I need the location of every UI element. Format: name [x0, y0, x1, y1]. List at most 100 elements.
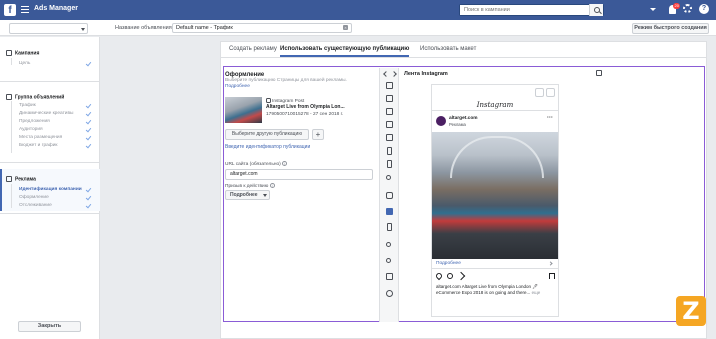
instagram-icon — [266, 98, 271, 103]
clear-icon[interactable]: × — [343, 25, 348, 30]
learn-more-link[interactable]: Подробнее — [225, 84, 250, 89]
placement-phone-icon[interactable] — [387, 147, 392, 155]
placement-feed-icon[interactable] — [386, 121, 393, 128]
chevron-down-icon — [81, 28, 85, 31]
sidebar-active-indicator — [0, 169, 2, 211]
placement-messenger-icon[interactable] — [386, 290, 393, 297]
post-title: Altarget Live from Olympia Lon... — [266, 104, 345, 110]
caption-more-link[interactable]: еще — [532, 290, 541, 295]
add-post-button[interactable]: + — [312, 129, 324, 140]
account-name: altarget.com — [449, 116, 478, 121]
facebook-logo-icon[interactable]: f — [4, 4, 16, 16]
choose-other-post-button[interactable]: Выберите другую публикацию — [225, 129, 309, 140]
ad-icon — [6, 176, 12, 182]
placement-instagram-feed-icon[interactable] — [386, 208, 393, 215]
open-external-icon[interactable] — [596, 70, 602, 76]
help-icon[interactable]: ? — [699, 4, 709, 14]
post-meta: 1790500710015278 - 27 сен 2018 г. — [266, 112, 344, 117]
ad-name-input[interactable]: Default name - Трафик × — [172, 23, 352, 33]
instagram-logo: Instagram — [476, 101, 514, 109]
tab-use-existing-post[interactable]: Использовать существующую публикацию — [280, 42, 410, 57]
sidebar-campaign-header[interactable]: Кампания — [6, 50, 39, 56]
ad-name-value: Default name - Трафик — [176, 25, 233, 31]
account-dropdown-icon[interactable] — [650, 8, 656, 11]
check-icon — [85, 134, 92, 141]
sponsored-label: Реклама — [449, 122, 466, 127]
info-icon[interactable]: i — [269, 183, 275, 188]
sidebar: Кампания Цель Группа объявлений Трафик Д… — [0, 37, 100, 339]
sidebar-divider — [0, 213, 100, 214]
quick-create-button[interactable]: Режим быстрого создания — [632, 23, 709, 34]
placement-phone-icon[interactable] — [387, 160, 392, 168]
adset-icon — [6, 94, 12, 100]
placement-feed-icon[interactable] — [386, 95, 393, 102]
sidebar-ad-title: Реклама — [15, 176, 36, 183]
website-url-input[interactable]: altarget.com — [225, 169, 373, 180]
sidebar-divider — [0, 81, 100, 82]
placement-phone-icon[interactable] — [387, 223, 392, 231]
learn-more-bar[interactable]: Подробнее — [432, 259, 558, 269]
comment-icon[interactable] — [447, 273, 453, 279]
more-options-icon[interactable]: ··· — [547, 115, 553, 121]
settings-gear-icon[interactable] — [683, 4, 692, 13]
phone-preview: Instagram altarget.com Реклама ··· Подро… — [431, 84, 559, 317]
ad-name-label-text: Название объявления — [115, 25, 172, 31]
next-arrow-icon[interactable] — [391, 71, 397, 77]
prev-arrow-icon[interactable] — [383, 71, 389, 77]
like-icon[interactable] — [434, 271, 444, 281]
sidebar-ad-header[interactable]: Реклама — [6, 176, 36, 182]
tabs-divider — [221, 57, 706, 58]
sidebar-item-identity[interactable]: Идентификация компании — [19, 187, 82, 192]
format-subtitle-text: Выберите публикацию Страницы для вашей р… — [225, 78, 347, 83]
post-caption-text: altarget.com Altarget Live from Olympia … — [436, 284, 539, 295]
sidebar-item-offers[interactable]: Предложения — [19, 119, 50, 124]
sidebar-item-budget[interactable]: Бюджет и график — [19, 143, 58, 148]
placement-feed-icon[interactable] — [386, 108, 393, 115]
info-icon[interactable]: i — [282, 161, 288, 166]
share-icon[interactable] — [456, 271, 466, 281]
enter-post-id-link[interactable]: Введите идентификатор публикации — [225, 144, 310, 150]
account-select[interactable] — [9, 23, 88, 34]
instagram-post-card: altarget.com Реклама ··· Подробнее altar… — [432, 110, 558, 320]
sidebar-item-traffic[interactable]: Трафик — [19, 103, 36, 108]
placement-strip — [379, 68, 399, 322]
settings-icon[interactable] — [546, 88, 555, 97]
search-input[interactable] — [460, 5, 588, 15]
ad-preview: Лента Instagram Instagram altarget.com Р… — [400, 68, 705, 322]
sidebar-item-placements[interactable]: Места размещения — [19, 135, 62, 140]
placement-feed-icon[interactable] — [386, 82, 393, 89]
refresh-icon[interactable] — [535, 88, 544, 97]
sidebar-item-dynamic-creatives[interactable]: Динамические креативы — [19, 111, 73, 116]
placement-feed-icon[interactable] — [386, 134, 393, 141]
sidebar-item-objective[interactable]: Цель — [19, 61, 30, 66]
placement-search-icon[interactable] — [386, 242, 391, 247]
search-icon[interactable] — [589, 4, 603, 16]
tree-line — [11, 58, 12, 65]
post-thumbnail — [225, 97, 262, 123]
sidebar-campaign-title: Кампания — [15, 50, 40, 57]
avatar — [436, 116, 446, 126]
placement-instagram-icon[interactable] — [386, 192, 393, 199]
search-box[interactable] — [459, 4, 604, 16]
check-icon — [85, 126, 92, 133]
placement-search-icon[interactable] — [386, 175, 391, 180]
app-title[interactable]: Ads Manager — [34, 5, 78, 12]
placement-audience-network-icon[interactable] — [386, 273, 393, 280]
sidebar-item-format[interactable]: Оформление — [19, 195, 49, 200]
main-panel: Создать рекламу Использовать существующу… — [220, 41, 707, 339]
ad-name-label: Название объявления i — [115, 25, 179, 31]
post-type: Instagram Post — [266, 98, 304, 104]
check-icon — [85, 102, 92, 109]
bookmark-icon[interactable] — [549, 273, 555, 279]
placement-search-icon[interactable] — [386, 258, 391, 263]
sidebar-item-tracking[interactable]: Отслеживание — [19, 203, 52, 208]
close-button[interactable]: Закрыть — [18, 321, 81, 332]
tab-use-mockup[interactable]: Использовать макет — [420, 42, 476, 57]
sidebar-item-audience[interactable]: Аудитория — [19, 127, 43, 132]
menu-icon[interactable] — [21, 6, 29, 13]
preview-title: Лента Instagram — [404, 71, 448, 77]
sidebar-adset-header[interactable]: Группа объявлений — [6, 94, 64, 100]
tab-create-ad[interactable]: Создать рекламу — [229, 42, 277, 57]
cta-select[interactable]: Подробнее — [225, 190, 270, 200]
top-bar: f Ads Manager 20 ? — [0, 0, 716, 20]
